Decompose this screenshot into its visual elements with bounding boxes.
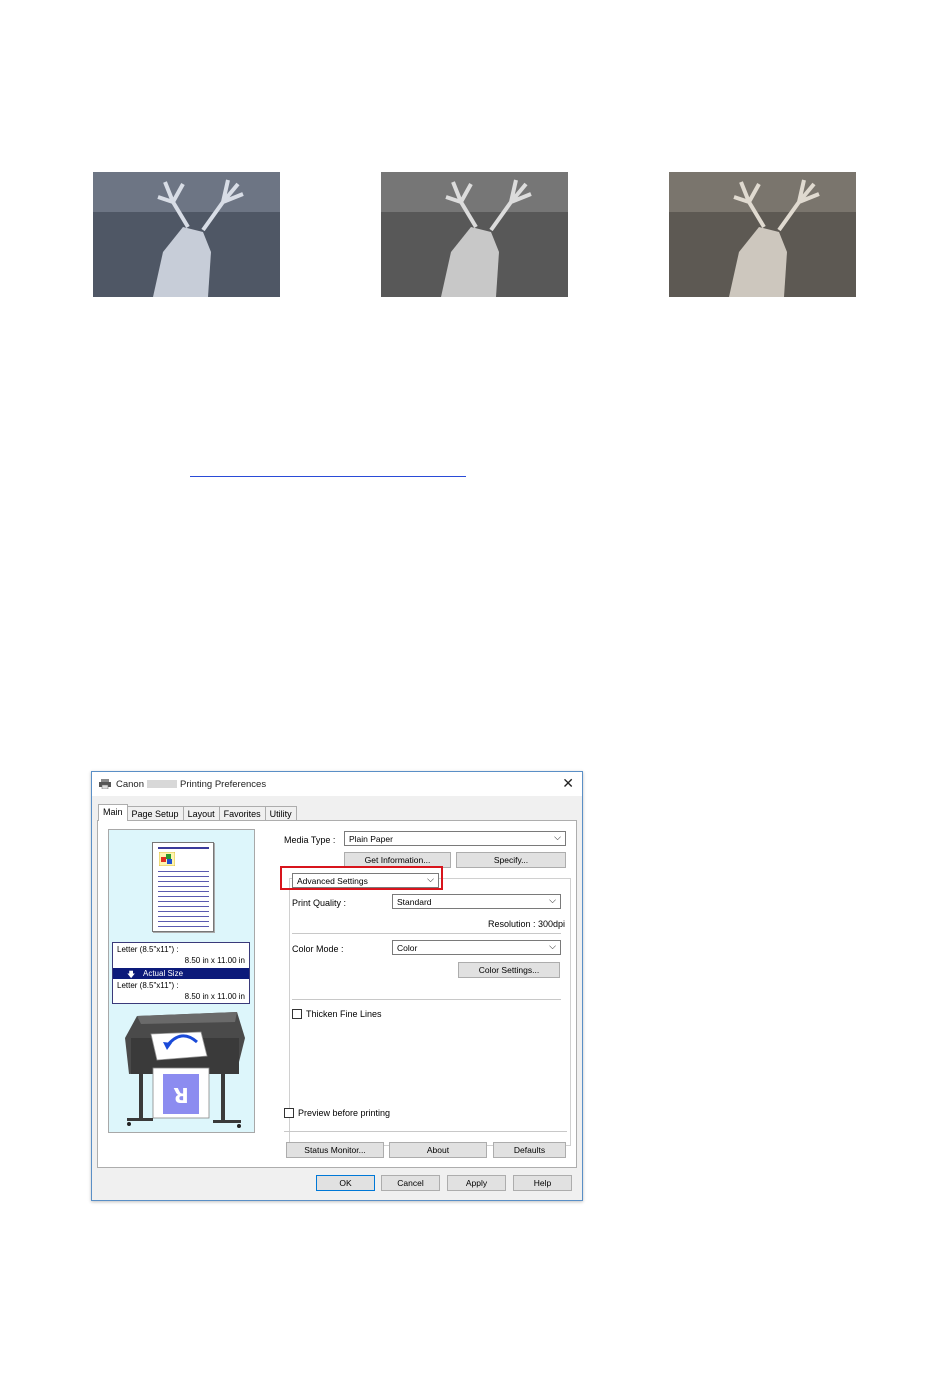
output-size-dims: 8.50 in x 11.00 in — [184, 992, 245, 1001]
scaling-label: Actual Size — [143, 969, 184, 978]
divider — [284, 1131, 567, 1132]
dialog-title: Canon Printing Preferences — [116, 779, 266, 790]
large-format-printer-illustration: R — [125, 1012, 245, 1128]
printer-icon — [99, 779, 111, 789]
close-icon[interactable]: ✕ — [562, 775, 574, 792]
scaling-row: 🡇 Actual Size — [113, 968, 249, 979]
hyperlink-underline[interactable] — [190, 476, 466, 477]
media-type-dropdown[interactable]: Plain Paper ⌵ — [344, 831, 566, 846]
deer-photo-warm-tone — [669, 172, 856, 297]
print-quality-dropdown[interactable]: Standard ⌵ — [392, 894, 561, 909]
paper-size-info: Letter (8.5"x11") : 8.50 in x 11.00 in 🡇… — [112, 942, 250, 1004]
paper-size-label: Letter (8.5"x11") : — [117, 945, 179, 954]
title-suffix: Printing Preferences — [180, 779, 267, 790]
divider — [292, 933, 561, 934]
cancel-button[interactable]: Cancel — [381, 1175, 440, 1191]
media-type-label: Media Type : — [284, 835, 336, 845]
advanced-settings-highlight-frame — [280, 866, 443, 890]
printing-preferences-dialog: Canon Printing Preferences ✕ Main Page S… — [91, 771, 583, 1201]
tab-strip: Main Page Setup Layout Favorites Utility — [98, 804, 297, 821]
chevron-down-icon: ⌵ — [549, 895, 556, 905]
thicken-fine-lines-label: Thicken Fine Lines — [306, 1009, 382, 1019]
tab-page-setup[interactable]: Page Setup — [126, 806, 184, 820]
color-mode-value: Color — [397, 943, 418, 953]
color-mode-dropdown[interactable]: Color ⌵ — [392, 940, 561, 955]
status-monitor-button[interactable]: Status Monitor... — [286, 1142, 384, 1158]
page-letter: R — [173, 1083, 188, 1107]
help-button[interactable]: Help — [513, 1175, 572, 1191]
chevron-down-icon: ⌵ — [554, 832, 561, 842]
tab-layout[interactable]: Layout — [182, 806, 220, 820]
thicken-fine-lines-checkbox[interactable] — [292, 1009, 302, 1019]
print-quality-label: Print Quality : — [292, 898, 347, 908]
deer-photo-bluish-tone — [93, 172, 280, 297]
ok-button[interactable]: OK — [316, 1175, 375, 1191]
output-size-label: Letter (8.5"x11") : — [117, 981, 179, 990]
color-mode-label: Color Mode : — [292, 944, 344, 954]
deer-photo-neutral-tone — [381, 172, 568, 297]
title-prefix: Canon — [116, 779, 144, 790]
defaults-button[interactable]: Defaults — [493, 1142, 566, 1158]
print-quality-value: Standard — [397, 897, 432, 907]
apply-button[interactable]: Apply — [447, 1175, 506, 1191]
color-settings-button[interactable]: Color Settings... — [458, 962, 560, 978]
title-bar: Canon Printing Preferences ✕ — [92, 772, 582, 796]
tab-main[interactable]: Main — [98, 804, 128, 821]
specify-button[interactable]: Specify... — [456, 852, 566, 868]
about-button[interactable]: About — [389, 1142, 487, 1158]
paper-size-dims: 8.50 in x 11.00 in — [184, 956, 245, 965]
resolution-text: Resolution : 300dpi — [488, 919, 566, 929]
tab-utility[interactable]: Utility — [264, 806, 297, 820]
redacted-model-name — [147, 780, 177, 788]
chevron-down-icon: ⌵ — [549, 941, 556, 951]
image-placeholder-icon — [159, 852, 175, 866]
preview-before-printing-label: Preview before printing — [298, 1108, 391, 1118]
page-layout-preview — [152, 842, 214, 932]
media-type-value: Plain Paper — [349, 834, 393, 844]
tab-favorites[interactable]: Favorites — [218, 806, 266, 820]
settings-preview: Letter (8.5"x11") : 8.50 in x 11.00 in 🡇… — [108, 829, 255, 1133]
preview-before-printing-checkbox[interactable] — [284, 1108, 294, 1118]
divider — [292, 999, 561, 1000]
